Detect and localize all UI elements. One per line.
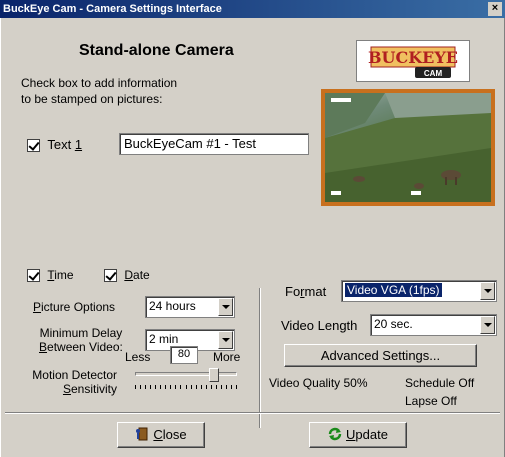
stamp-marker-bottom-right — [411, 191, 421, 195]
slider-tick — [140, 385, 141, 389]
refresh-icon — [328, 427, 342, 441]
date-checkbox-row[interactable]: Date — [104, 268, 150, 283]
svg-text:BUCKEYE: BUCKEYE — [368, 48, 458, 67]
time-checkbox[interactable] — [27, 269, 40, 283]
update-button[interactable]: Update — [309, 422, 407, 448]
text-stamp-input[interactable]: BuckEyeCam #1 - Test — [119, 133, 309, 155]
slider-tick — [236, 385, 237, 389]
slider-tick — [216, 385, 217, 389]
slider-tick — [175, 385, 176, 389]
exit-door-icon — [136, 427, 148, 441]
bottom-separator — [5, 412, 500, 414]
page-title: Stand-alone Camera — [79, 42, 234, 59]
lapse-status: Lapse Off — [405, 394, 457, 408]
slider-tick — [145, 385, 146, 389]
slider-tick — [211, 385, 212, 389]
camera-preview-frame — [321, 89, 495, 206]
date-checkbox[interactable] — [104, 269, 117, 283]
video-quality-status: Video Quality 50% — [269, 376, 368, 390]
sensitivity-less-label: Less — [125, 350, 151, 364]
stamp-marker-bottom-left — [331, 191, 341, 195]
slider-tick — [150, 385, 151, 389]
slider-tick — [135, 385, 136, 389]
svg-text:CAM: CAM — [424, 69, 443, 78]
sensitivity-value: 80 — [170, 346, 198, 364]
picture-options-label: Picture Options — [33, 300, 116, 314]
close-button[interactable]: Close — [117, 422, 205, 448]
time-label: Time — [47, 268, 74, 282]
chevron-down-icon[interactable] — [480, 282, 495, 300]
slider-tick — [180, 385, 181, 389]
chevron-down-icon[interactable] — [218, 331, 233, 349]
slider-tick — [206, 385, 207, 389]
window-title: BuckEye Cam - Camera Settings Interface — [3, 3, 222, 15]
stamp-marker-top-left — [331, 98, 351, 102]
instruction-line-1: Check box to add information — [21, 76, 178, 90]
buckeye-cam-logo: BUCKEYE CAM — [356, 40, 470, 82]
video-length-label: Video Length — [281, 318, 358, 333]
wildlife-scene — [325, 93, 491, 202]
format-label: Format — [285, 284, 327, 299]
column-separator — [259, 288, 261, 428]
slider-tick — [191, 385, 192, 389]
video-length-select[interactable]: 20 sec. — [370, 314, 497, 336]
text-stamp-checkbox[interactable] — [27, 139, 40, 153]
date-label: Date — [124, 268, 150, 282]
slider-tick — [196, 385, 197, 389]
minimum-delay-label: Minimum Delay Between Video: — [39, 326, 123, 354]
instruction-line-2: to be stamped on pictures: — [21, 92, 163, 106]
schedule-status: Schedule Off — [405, 376, 475, 390]
camera-preview-image — [325, 93, 491, 202]
dialog-body: Stand-alone Camera Check box to add info… — [0, 18, 505, 457]
slider-tick — [186, 385, 187, 389]
format-select[interactable]: Video VGA (1fps) — [341, 280, 497, 302]
slider-tick — [231, 385, 232, 389]
text-stamp-label: Text 1 — [47, 137, 83, 152]
slider-tick — [201, 385, 202, 389]
window-close-button[interactable]: × — [488, 2, 502, 16]
advanced-settings-button[interactable]: Advanced Settings... — [284, 344, 477, 367]
sensitivity-more-label: More — [213, 350, 241, 364]
slider-ticks — [135, 384, 237, 389]
motion-sensitivity-label: Motion Detector Sensitivity — [32, 368, 117, 396]
time-checkbox-row[interactable]: Time — [27, 268, 74, 283]
slider-tick — [221, 385, 222, 389]
text-stamp-checkbox-row[interactable]: Text 1 — [27, 137, 83, 153]
slider-tick — [160, 385, 161, 389]
logo-graphic: BUCKEYE CAM — [368, 46, 458, 78]
chevron-down-icon[interactable] — [218, 298, 233, 316]
picture-options-select[interactable]: 24 hours — [145, 296, 235, 318]
sensitivity-slider[interactable] — [135, 368, 237, 392]
slider-tick — [226, 385, 227, 389]
slider-tick — [165, 385, 166, 389]
title-bar: BuckEye Cam - Camera Settings Interface … — [0, 0, 505, 18]
slider-track — [135, 372, 237, 376]
chevron-down-icon[interactable] — [480, 316, 495, 334]
slider-thumb[interactable] — [209, 368, 219, 382]
slider-tick — [170, 385, 171, 389]
slider-tick — [155, 385, 156, 389]
